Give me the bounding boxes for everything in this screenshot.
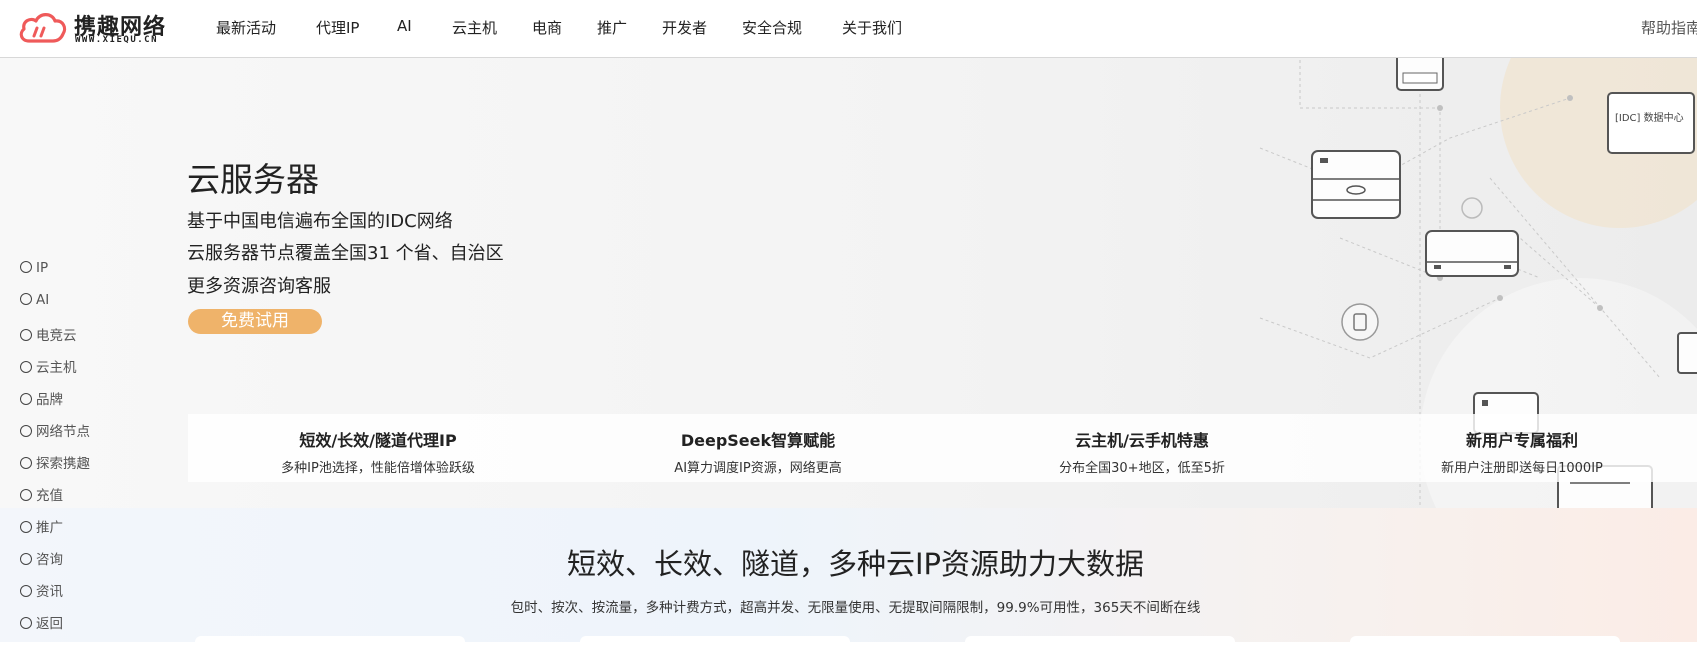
radio-circle-icon [20, 361, 32, 373]
feature-desc: AI算力调度IP资源，网络更高 [674, 461, 842, 476]
cloud-logo-icon [19, 13, 67, 43]
hero-line-3: 更多资源咨询客服 [187, 276, 331, 297]
feature-desc: 分布全国30+地区，低至5折 [1059, 461, 1225, 476]
hero-line-1: 基于中国电信遍布全国的IDC网络 [187, 211, 453, 232]
side-nav-label: 云主机 [36, 360, 77, 376]
side-nav-label: 返回 [36, 616, 63, 632]
radio-circle-icon [20, 489, 32, 501]
nav-item-ai[interactable]: AI [397, 17, 412, 35]
free-trial-button[interactable]: 免费试用 [188, 309, 322, 334]
feature-desc: 新用户注册即送每日1000IP [1441, 461, 1603, 476]
feature-strip: 短效/长效/隧道代理IP 多种IP池选择，性能倍增体验跃级 DeepSeek智算… [188, 414, 1697, 482]
side-nav-label: 网络节点 [36, 424, 90, 440]
side-nav-label: 探索携趣 [36, 456, 90, 472]
side-nav-item-news[interactable]: 资讯 [20, 580, 90, 612]
side-nav-item-consult[interactable]: 咨询 [20, 548, 90, 580]
section-title: 短效、长效、隧道，多种云IP资源助力大数据 [566, 547, 1145, 581]
feature-card-deepseek[interactable]: DeepSeek智算赋能 AI算力调度IP资源，网络更高 [608, 427, 908, 476]
nav-item-about-us[interactable]: 关于我们 [842, 17, 902, 38]
feature-card-new-user[interactable]: 新用户专属福利 新用户注册即送每日1000IP [1372, 427, 1672, 476]
side-nav-label: 电竞云 [36, 328, 77, 344]
feature-card-proxy-ip[interactable]: 短效/长效/隧道代理IP 多种IP池选择，性能倍增体验跃级 [228, 427, 528, 476]
side-nav-item-esports-cloud[interactable]: 电竞云 [20, 324, 90, 356]
section-subtitle: 包时、按次、按流量，多种计费方式，超高并发、无限量使用、无提取间隔限制，99.9… [510, 600, 1201, 616]
radio-circle-icon [20, 617, 32, 629]
help-guide-link[interactable]: 帮助指南 [1641, 17, 1697, 38]
feature-title: DeepSeek智算赋能 [680, 431, 836, 450]
side-nav-label: 资讯 [36, 584, 63, 600]
radio-circle-icon [20, 553, 32, 565]
feature-title: 云主机/云手机特惠 [1075, 431, 1209, 450]
radio-circle-icon [20, 585, 32, 597]
feature-title: 新用户专属福利 [1465, 431, 1578, 450]
brand-logo[interactable]: 携趣网络 WWW.XIEQU.CN [17, 8, 177, 48]
radio-circle-icon [20, 521, 32, 533]
hero-line-2: 云服务器节点覆盖全国31 个省、自治区 [187, 243, 504, 264]
side-nav-item-promotion[interactable]: 推广 [20, 516, 90, 548]
radio-circle-icon [20, 293, 32, 305]
ip-resources-section: 短效、长效、隧道，多种云IP资源助力大数据 包时、按次、按流量，多种计费方式，超… [0, 508, 1697, 646]
side-nav-item-ai[interactable]: AI [20, 292, 90, 324]
nav-item-developer[interactable]: 开发者 [662, 17, 707, 38]
nav-item-proxy-ip[interactable]: 代理IP [316, 17, 359, 38]
nav-item-cloud-host[interactable]: 云主机 [452, 17, 497, 38]
side-nav-label: 推广 [36, 520, 63, 536]
side-nav-item-recharge[interactable]: 充值 [20, 484, 90, 516]
product-card[interactable] [195, 636, 465, 646]
side-nav-label: AI [36, 292, 50, 308]
radio-circle-icon [20, 393, 32, 405]
nav-item-security-compliance[interactable]: 安全合规 [742, 17, 802, 38]
side-nav-item-network-nodes[interactable]: 网络节点 [20, 420, 90, 452]
product-card[interactable] [580, 636, 850, 646]
top-navbar: 携趣网络 WWW.XIEQU.CN 最新活动 代理IP AI 云主机 电商 推广… [0, 0, 1697, 58]
side-nav-item-explore[interactable]: 探索携趣 [20, 452, 90, 484]
side-nav-item-cloud-host[interactable]: 云主机 [20, 356, 90, 388]
product-card[interactable] [965, 636, 1235, 646]
side-nav-item-ip[interactable]: IP [20, 260, 90, 292]
nav-item-ecommerce[interactable]: 电商 [532, 17, 562, 38]
radio-circle-icon [20, 261, 32, 273]
radio-circle-icon [20, 425, 32, 437]
side-nav-label: 咨询 [36, 552, 63, 568]
nav-item-latest-events[interactable]: 最新活动 [216, 17, 276, 38]
side-nav-label: 充值 [36, 488, 63, 504]
illustration-tag: [IDC] 数据中心 [1615, 111, 1684, 124]
feature-card-cloud-host[interactable]: 云主机/云手机特惠 分布全国30+地区，低至5折 [992, 427, 1292, 476]
side-nav: IP AI 电竞云 云主机 品牌 网络节点 探索携趣 充值 推广 咨询 资讯 返… [20, 260, 90, 644]
side-nav-label: 品牌 [36, 392, 63, 408]
feature-desc: 多种IP池选择，性能倍增体验跃级 [281, 461, 475, 476]
hero-title: 云服务器 [187, 160, 319, 199]
brand-domain: WWW.XIEQU.CN [75, 35, 159, 45]
radio-circle-icon [20, 329, 32, 341]
side-nav-item-back[interactable]: 返回 [20, 612, 90, 644]
feature-title: 短效/长效/隧道代理IP [299, 431, 457, 450]
product-card[interactable] [1350, 636, 1620, 646]
radio-circle-icon [20, 457, 32, 469]
nav-item-promotion[interactable]: 推广 [597, 17, 627, 38]
side-nav-label: IP [36, 260, 49, 276]
side-nav-item-brand[interactable]: 品牌 [20, 388, 90, 420]
